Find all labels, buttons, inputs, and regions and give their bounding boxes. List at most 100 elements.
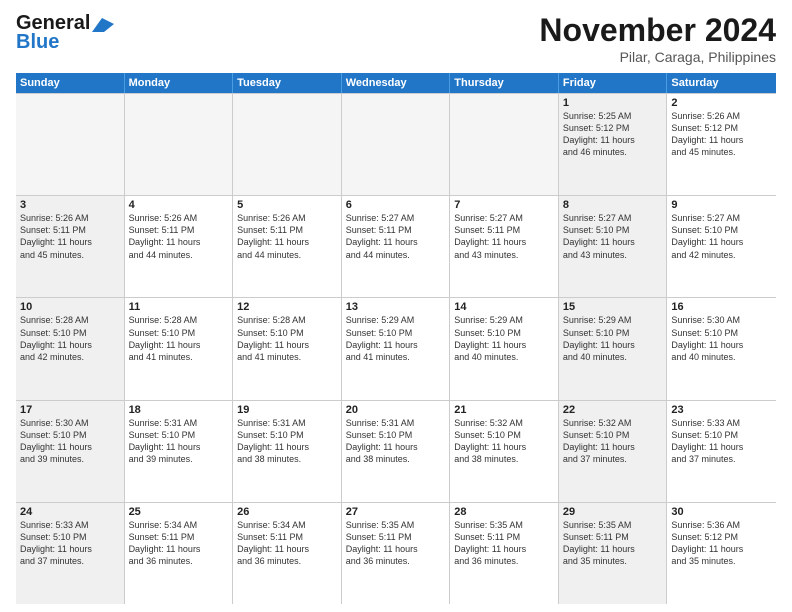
cell-info: Sunrise: 5:26 AM Sunset: 5:11 PM Dayligh… [129,212,229,261]
month-title: November 2024 [539,12,776,49]
day-number: 22 [563,404,663,416]
cal-cell: 9Sunrise: 5:27 AM Sunset: 5:10 PM Daylig… [667,196,776,297]
day-number: 6 [346,199,446,211]
cal-row-3: 10 Sunrise: 5:28 AM Sunset: 5:10 PM Dayli… [16,298,776,400]
col-header-monday: Monday [125,73,234,93]
cell-info: Sunrise: 5:26 AM Sunset: 5:12 PM Dayligh… [671,110,772,159]
cal-row-2: 3Sunrise: 5:26 AM Sunset: 5:11 PM Daylig… [16,196,776,298]
cell-info: Sunrise: 5:30 AM Sunset: 5:10 PM Dayligh… [671,314,772,363]
cal-row-1: 1Sunrise: 5:25 AM Sunset: 5:12 PM Daylig… [16,94,776,196]
cal-cell: 5Sunrise: 5:26 AM Sunset: 5:11 PM Daylig… [233,196,342,297]
day-number: 17 [20,404,120,416]
day-number: 23 [671,404,772,416]
col-header-tuesday: Tuesday [233,73,342,93]
day-number: 24 [20,506,120,518]
cell-info: Sunrise: 5:29 AM Sunset: 5:10 PM Dayligh… [346,314,446,363]
day-number: 26 [237,506,337,518]
col-header-sunday: Sunday [16,73,125,93]
day-number: 1 [563,97,663,109]
cal-row-4: 17Sunrise: 5:30 AM Sunset: 5:10 PM Dayli… [16,401,776,503]
cal-cell: 2Sunrise: 5:26 AM Sunset: 5:12 PM Daylig… [667,94,776,195]
col-header-saturday: Saturday [667,73,776,93]
cal-cell [233,94,342,195]
cal-cell: 16Sunrise: 5:30 AM Sunset: 5:10 PM Dayli… [667,298,776,399]
subtitle: Pilar, Caraga, Philippines [539,49,776,65]
day-number: 4 [129,199,229,211]
cal-cell: 12Sunrise: 5:28 AM Sunset: 5:10 PM Dayli… [233,298,342,399]
day-number: 27 [346,506,446,518]
day-number: 21 [454,404,554,416]
cell-info: Sunrise: 5:28 AM Sunset: 5:10 PM Dayligh… [237,314,337,363]
cal-cell: 20Sunrise: 5:31 AM Sunset: 5:10 PM Dayli… [342,401,451,502]
cell-info: Sunrise: 5:35 AM Sunset: 5:11 PM Dayligh… [454,519,554,568]
cell-info: Sunrise: 5:30 AM Sunset: 5:10 PM Dayligh… [20,417,120,466]
cell-info: Sunrise: 5:31 AM Sunset: 5:10 PM Dayligh… [346,417,446,466]
cal-cell: 18Sunrise: 5:31 AM Sunset: 5:10 PM Dayli… [125,401,234,502]
day-number: 8 [563,199,663,211]
day-number: 14 [454,301,554,313]
day-number: 16 [671,301,772,313]
cal-cell: 10Sunrise: 5:28 AM Sunset: 5:10 PM Dayli… [16,298,125,399]
cell-info: Sunrise: 5:29 AM Sunset: 5:10 PM Dayligh… [563,314,663,363]
day-number: 3 [20,199,120,211]
day-number: 12 [237,301,337,313]
cal-cell: 28Sunrise: 5:35 AM Sunset: 5:11 PM Dayli… [450,503,559,604]
cal-cell: 6Sunrise: 5:27 AM Sunset: 5:11 PM Daylig… [342,196,451,297]
day-number: 10 [20,301,120,313]
cal-cell: 19Sunrise: 5:31 AM Sunset: 5:10 PM Dayli… [233,401,342,502]
cell-info: Sunrise: 5:31 AM Sunset: 5:10 PM Dayligh… [237,417,337,466]
day-number: 11 [129,301,229,313]
cell-info: Sunrise: 5:36 AM Sunset: 5:12 PM Dayligh… [671,519,772,568]
cal-cell: 30Sunrise: 5:36 AM Sunset: 5:12 PM Dayli… [667,503,776,604]
calendar-body: 1Sunrise: 5:25 AM Sunset: 5:12 PM Daylig… [16,93,776,604]
day-number: 9 [671,199,772,211]
cell-info: Sunrise: 5:29 AM Sunset: 5:10 PM Dayligh… [454,314,554,363]
cal-cell: 15Sunrise: 5:29 AM Sunset: 5:10 PM Dayli… [559,298,668,399]
col-header-thursday: Thursday [450,73,559,93]
cell-info: Sunrise: 5:27 AM Sunset: 5:11 PM Dayligh… [346,212,446,261]
cell-info: Sunrise: 5:27 AM Sunset: 5:10 PM Dayligh… [563,212,663,261]
cal-cell: 23Sunrise: 5:33 AM Sunset: 5:10 PM Dayli… [667,401,776,502]
day-number: 20 [346,404,446,416]
cal-cell: 1Sunrise: 5:25 AM Sunset: 5:12 PM Daylig… [559,94,668,195]
cal-cell: 21Sunrise: 5:32 AM Sunset: 5:10 PM Dayli… [450,401,559,502]
cell-info: Sunrise: 5:33 AM Sunset: 5:10 PM Dayligh… [671,417,772,466]
cal-cell [125,94,234,195]
day-number: 25 [129,506,229,518]
day-number: 18 [129,404,229,416]
header: General Blue November 2024 Pilar, Caraga… [16,12,776,65]
cell-info: Sunrise: 5:26 AM Sunset: 5:11 PM Dayligh… [20,212,120,261]
day-number: 29 [563,506,663,518]
cal-cell: 14Sunrise: 5:29 AM Sunset: 5:10 PM Dayli… [450,298,559,399]
day-number: 19 [237,404,337,416]
cal-cell: 26Sunrise: 5:34 AM Sunset: 5:11 PM Dayli… [233,503,342,604]
cell-info: Sunrise: 5:25 AM Sunset: 5:12 PM Dayligh… [563,110,663,159]
day-number: 13 [346,301,446,313]
cal-cell: 29Sunrise: 5:35 AM Sunset: 5:11 PM Dayli… [559,503,668,604]
cal-cell: 25Sunrise: 5:34 AM Sunset: 5:11 PM Dayli… [125,503,234,604]
day-number: 15 [563,301,663,313]
calendar-header: SundayMondayTuesdayWednesdayThursdayFrid… [16,73,776,93]
cal-cell: 11Sunrise: 5:28 AM Sunset: 5:10 PM Dayli… [125,298,234,399]
day-number: 28 [454,506,554,518]
cell-info: Sunrise: 5:27 AM Sunset: 5:10 PM Dayligh… [671,212,772,261]
cal-cell: 22Sunrise: 5:32 AM Sunset: 5:10 PM Dayli… [559,401,668,502]
cell-info: Sunrise: 5:27 AM Sunset: 5:11 PM Dayligh… [454,212,554,261]
cell-info: Sunrise: 5:34 AM Sunset: 5:11 PM Dayligh… [237,519,337,568]
cell-info: Sunrise: 5:32 AM Sunset: 5:10 PM Dayligh… [563,417,663,466]
cal-cell: 4Sunrise: 5:26 AM Sunset: 5:11 PM Daylig… [125,196,234,297]
cell-info: Sunrise: 5:35 AM Sunset: 5:11 PM Dayligh… [563,519,663,568]
cal-cell: 8Sunrise: 5:27 AM Sunset: 5:10 PM Daylig… [559,196,668,297]
cal-row-5: 24Sunrise: 5:33 AM Sunset: 5:10 PM Dayli… [16,503,776,604]
cal-cell [450,94,559,195]
cal-cell: 24Sunrise: 5:33 AM Sunset: 5:10 PM Dayli… [16,503,125,604]
cal-cell [342,94,451,195]
logo-icon [92,18,114,32]
cal-cell: 13Sunrise: 5:29 AM Sunset: 5:10 PM Dayli… [342,298,451,399]
cell-info: Sunrise: 5:34 AM Sunset: 5:11 PM Dayligh… [129,519,229,568]
page: General Blue November 2024 Pilar, Caraga… [0,0,792,612]
cell-info: Sunrise: 5:35 AM Sunset: 5:11 PM Dayligh… [346,519,446,568]
calendar: SundayMondayTuesdayWednesdayThursdayFrid… [16,73,776,604]
cal-cell: 17Sunrise: 5:30 AM Sunset: 5:10 PM Dayli… [16,401,125,502]
title-block: November 2024 Pilar, Caraga, Philippines [539,12,776,65]
